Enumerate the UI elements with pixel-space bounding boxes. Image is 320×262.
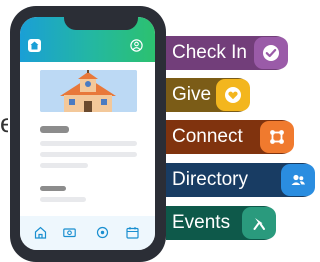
check-in-label: Check In [172, 42, 247, 63]
give-label: Give [172, 84, 212, 105]
connect-label: Connect [172, 126, 243, 147]
church-illustration [40, 70, 137, 112]
check-in-button[interactable]: Check In [166, 36, 288, 70]
directory-label: Directory [172, 169, 249, 190]
content-line-placeholder [40, 197, 86, 202]
content-line-placeholder [40, 163, 88, 168]
directory-button[interactable]: Directory [166, 163, 315, 197]
bottom-nav-bar [20, 216, 155, 250]
partial-text: e [0, 108, 8, 138]
content-title-placeholder [40, 186, 66, 191]
app-header [20, 17, 155, 62]
checkmark-icon [254, 37, 288, 69]
give-button[interactable]: Give [166, 78, 250, 112]
events-button[interactable]: Events [166, 206, 276, 240]
content-title-placeholder [40, 126, 69, 133]
connect-icon[interactable] [96, 226, 109, 239]
connect-button[interactable]: Connect [166, 120, 294, 154]
home-icon[interactable] [28, 39, 41, 52]
heart-icon [216, 79, 250, 111]
calendar-icon[interactable] [126, 226, 139, 239]
content-line-placeholder [40, 141, 137, 146]
phone-notch [64, 17, 138, 30]
home-icon[interactable] [34, 226, 47, 239]
phone-screen [20, 17, 155, 250]
content-line-placeholder [40, 152, 137, 157]
profile-icon[interactable] [130, 39, 143, 52]
events-label: Events [172, 212, 231, 233]
people-icon [281, 164, 315, 196]
connect-icon [260, 121, 294, 153]
ticket-icon[interactable] [63, 226, 76, 239]
sign-icon [242, 207, 276, 239]
